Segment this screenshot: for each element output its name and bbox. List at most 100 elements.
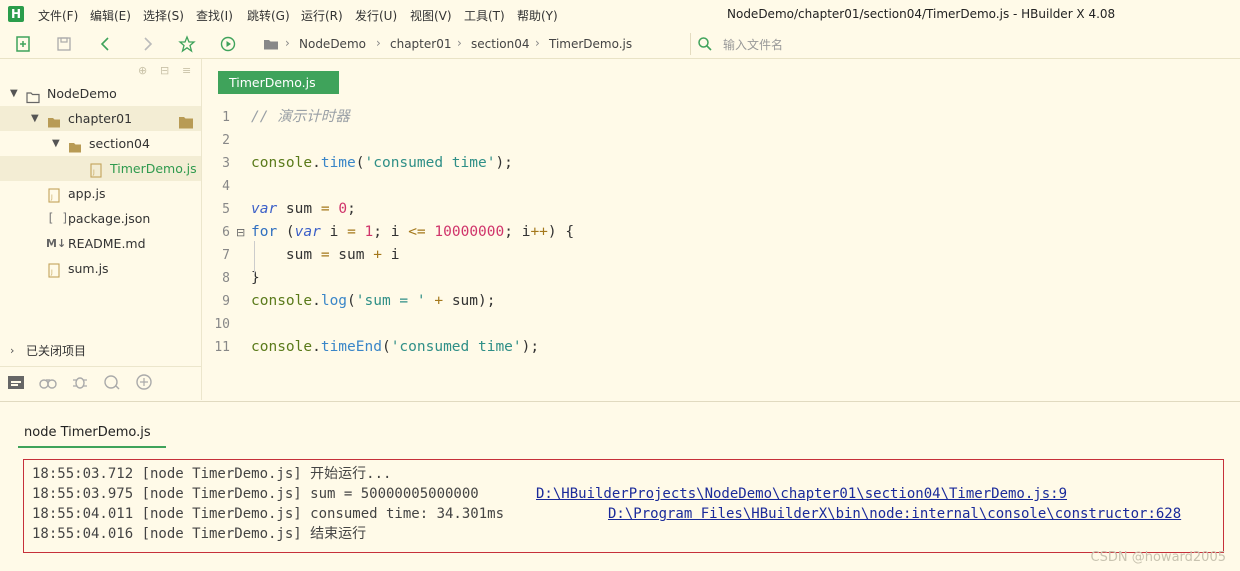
collapse-icon[interactable]: ⊟ bbox=[160, 64, 169, 77]
line-number: 7 bbox=[222, 248, 230, 263]
menu-file[interactable]: 文件(F) bbox=[38, 7, 78, 24]
menu-help[interactable]: 帮助(Y) bbox=[517, 7, 558, 24]
tree-item-readme[interactable]: M↓ README.md bbox=[0, 231, 201, 256]
code-token: ); bbox=[521, 339, 540, 355]
code-token: console bbox=[251, 155, 313, 171]
code-token: ++ bbox=[530, 224, 548, 240]
code-token: 0 bbox=[338, 201, 348, 217]
tree-item-sum-js[interactable]: J sum.js bbox=[0, 256, 201, 281]
fold-toggle-icon[interactable]: ⊟ bbox=[236, 226, 245, 239]
tree-item-label: TimerDemo.js bbox=[110, 161, 197, 176]
menu-view[interactable]: 视图(V) bbox=[410, 7, 452, 24]
source-control-icon[interactable] bbox=[102, 372, 122, 392]
code-token: = bbox=[347, 224, 356, 240]
sidebar-tabs bbox=[0, 366, 201, 397]
watermark: CSDN @howard2005 bbox=[1090, 550, 1226, 565]
run-icon[interactable] bbox=[219, 35, 237, 53]
code-token: 'consumed time' bbox=[364, 155, 496, 171]
console-source-link[interactable]: D:\Program Files\HBuilderX\bin\node:inte… bbox=[608, 504, 1181, 524]
chevron-down-icon[interactable]: ▼ bbox=[10, 81, 18, 106]
code-text: console.log('sum = ' + sum); bbox=[251, 290, 495, 313]
console-source-link[interactable]: D:\HBuilderProjects\NodeDemo\chapter01\s… bbox=[536, 484, 1067, 504]
binoculars-icon[interactable] bbox=[38, 372, 58, 392]
code-text: var sum = 0; bbox=[251, 198, 356, 221]
tree-item-nodedemo[interactable]: ▼ NodeDemo bbox=[0, 81, 201, 106]
breadcrumb-chevron-icon: › bbox=[285, 36, 290, 50]
code-text: } bbox=[251, 267, 260, 290]
code-token: ; i bbox=[504, 224, 531, 240]
menu-run[interactable]: 运行(R) bbox=[301, 7, 343, 24]
console-line: 18:55:03.975 [node TimerDemo.js] sum = 5… bbox=[32, 486, 479, 502]
tree-item-section04[interactable]: ▼ section04 bbox=[0, 131, 201, 156]
editor-tab-timerdemo[interactable]: TimerDemo.js bbox=[218, 71, 339, 94]
tree-item-label: README.md bbox=[68, 236, 146, 251]
breadcrumb-chevron-icon: › bbox=[535, 36, 540, 50]
menu-find[interactable]: 查找(I) bbox=[196, 7, 233, 24]
code-token: 1 bbox=[364, 224, 374, 240]
folder-icon bbox=[262, 35, 280, 53]
code-token: time bbox=[320, 155, 356, 171]
code-text: for (var i = 1; i <= 10000000; i++) { bbox=[251, 221, 574, 244]
menu-goto[interactable]: 跳转(G) bbox=[247, 7, 290, 24]
json-file-icon: [ ] bbox=[47, 211, 69, 225]
breadcrumb-item[interactable]: chapter01 bbox=[390, 37, 451, 51]
line-number: 8 bbox=[222, 271, 230, 286]
debug-icon[interactable] bbox=[70, 372, 90, 392]
add-icon[interactable]: ⊕ bbox=[138, 64, 147, 77]
console-output: 18:55:03.712 [node TimerDemo.js] 开始运行...… bbox=[23, 459, 1224, 553]
code-editor[interactable]: TimerDemo.js 1// 演示计时器 2 3 console.time('co… bbox=[202, 59, 1240, 400]
breadcrumb-item[interactable]: section04 bbox=[471, 37, 530, 51]
file-search-input[interactable] bbox=[721, 35, 1025, 55]
code-token: ); bbox=[495, 155, 513, 171]
code-token: timeEnd bbox=[320, 339, 382, 355]
tree-item-package-json[interactable]: [ ] package.json bbox=[0, 206, 201, 231]
markdown-file-icon: M↓ bbox=[46, 237, 67, 250]
code-token: i bbox=[381, 247, 400, 263]
menu-publish[interactable]: 发行(U) bbox=[355, 7, 397, 24]
tree-item-label: chapter01 bbox=[68, 111, 133, 126]
code-token: i bbox=[320, 224, 348, 240]
chevron-down-icon[interactable]: ▼ bbox=[52, 131, 60, 156]
save-icon[interactable] bbox=[55, 35, 73, 53]
console-line: 18:55:03.712 [node TimerDemo.js] 开始运行... bbox=[32, 466, 392, 482]
code-text: // 演示计时器 bbox=[251, 106, 350, 129]
closed-projects[interactable]: › 已关闭项目 bbox=[0, 340, 201, 362]
tree-item-timerdemo[interactable]: J TimerDemo.js bbox=[0, 156, 201, 181]
back-icon[interactable] bbox=[97, 35, 115, 53]
forward-icon[interactable] bbox=[138, 35, 156, 53]
code-token: ( bbox=[277, 224, 295, 240]
code-token: 'sum = ' bbox=[355, 293, 426, 309]
menu-edit[interactable]: 编辑(E) bbox=[90, 7, 131, 24]
code-token: sum bbox=[329, 247, 374, 263]
code-token: . bbox=[312, 339, 321, 355]
tree-item-label: app.js bbox=[68, 186, 106, 201]
plugin-icon[interactable] bbox=[134, 372, 154, 392]
code-token: sum bbox=[277, 201, 321, 217]
menu-tools[interactable]: 工具(T) bbox=[464, 7, 505, 24]
line-number: 11 bbox=[214, 340, 230, 355]
code-token: sum bbox=[251, 247, 321, 263]
tree-item-app-js[interactable]: J app.js bbox=[0, 181, 201, 206]
code-token: <= bbox=[408, 224, 426, 240]
window-title: NodeDemo/chapter01/section04/TimerDemo.j… bbox=[727, 7, 1116, 21]
line-number: 3 bbox=[222, 156, 230, 171]
console-tab[interactable]: node TimerDemo.js bbox=[18, 425, 166, 448]
line-number: 6 bbox=[222, 225, 230, 240]
hbuilder-logo-icon: H bbox=[8, 6, 24, 22]
chevron-down-icon[interactable]: ▼ bbox=[31, 106, 39, 131]
new-file-icon[interactable] bbox=[14, 35, 32, 53]
chevron-right-icon[interactable]: › bbox=[10, 340, 14, 362]
breadcrumb-item[interactable]: TimerDemo.js bbox=[549, 37, 632, 51]
code-token: ) { bbox=[547, 224, 575, 240]
menu-select[interactable]: 选择(S) bbox=[143, 7, 184, 24]
project-manager-icon[interactable] bbox=[6, 372, 26, 392]
breadcrumb-item[interactable]: NodeDemo bbox=[299, 37, 366, 51]
menu-icon[interactable]: ≡ bbox=[182, 64, 191, 77]
star-icon[interactable] bbox=[178, 35, 196, 53]
tree-item-chapter01[interactable]: ▼ chapter01 bbox=[0, 106, 201, 131]
code-token: 'consumed time' bbox=[390, 339, 522, 355]
code-token: ( bbox=[381, 339, 391, 355]
code-token: sum); bbox=[443, 293, 496, 309]
code-token: . bbox=[312, 293, 321, 309]
